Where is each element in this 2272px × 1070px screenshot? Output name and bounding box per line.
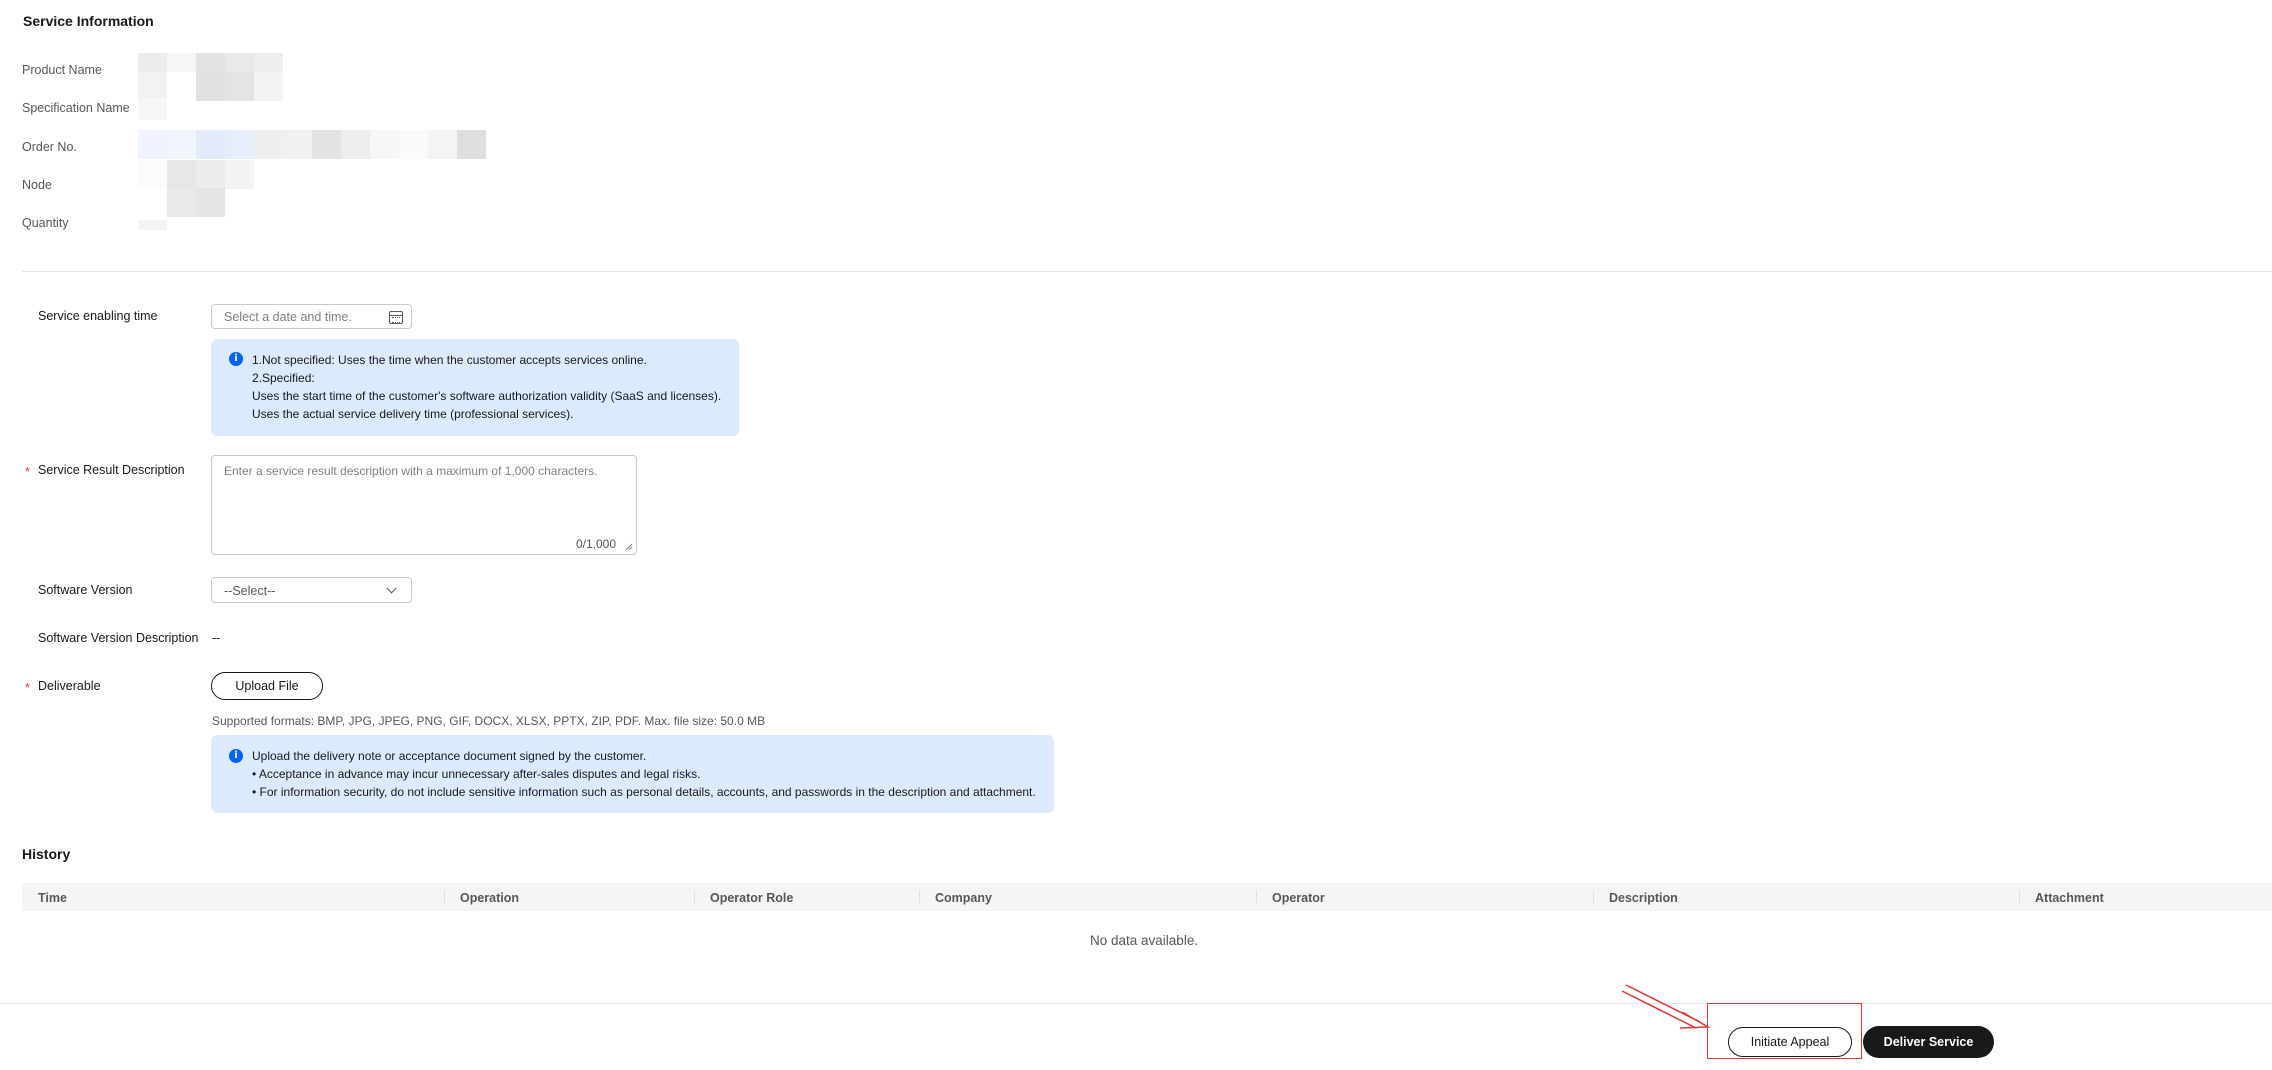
column-header-time: Time	[38, 891, 67, 905]
redacted-specification-name	[138, 98, 167, 120]
history-table-header: Time Operation Operator Role Company Ope…	[22, 883, 2272, 911]
initiate-appeal-button[interactable]: Initiate Appeal	[1728, 1027, 1852, 1057]
column-separator	[2019, 890, 2020, 904]
annotation-arrow-icon	[1621, 984, 1710, 1029]
upload-file-button[interactable]: Upload File	[211, 672, 323, 700]
footer-divider	[0, 1003, 2272, 1004]
alert-line: 1.Not specified: Uses the time when the …	[252, 353, 647, 367]
alert-line: Upload the delivery note or acceptance d…	[252, 749, 647, 763]
field-label-product-name: Product Name	[22, 63, 102, 77]
software-version-label: Software Version	[38, 583, 133, 597]
supported-formats-hint: Supported formats: BMP, JPG, JPEG, PNG, …	[212, 714, 766, 728]
column-separator	[1256, 890, 1257, 904]
redacted-node	[138, 160, 254, 189]
info-icon: i	[229, 749, 243, 763]
service-result-description-input[interactable]	[224, 464, 624, 524]
service-result-description-label: Service Result Description	[38, 463, 185, 477]
alert-line: 2.Specified:	[252, 371, 315, 385]
redacted-quantity-row2	[138, 220, 167, 230]
field-label-specification-name: Specification Name	[22, 101, 130, 115]
column-separator	[444, 890, 445, 904]
column-header-operation: Operation	[460, 891, 520, 905]
software-version-select[interactable]: --Select--	[211, 577, 412, 603]
chevron-down-icon	[386, 583, 397, 594]
service-result-description-field[interactable]: 0/1,000	[211, 455, 637, 555]
alert-line: • Acceptance in advance may incur unnece…	[252, 767, 701, 781]
service-enabling-time-label: Service enabling time	[38, 309, 158, 323]
section-divider	[22, 271, 2272, 272]
field-label-quantity: Quantity	[22, 216, 69, 230]
column-separator	[1593, 890, 1594, 904]
alert-line: • For information security, do not inclu…	[252, 785, 1036, 799]
deliverable-label: Deliverable	[38, 679, 101, 693]
history-title: History	[22, 846, 71, 862]
alert-line: Uses the actual service delivery time (p…	[252, 407, 574, 421]
section-title: Service Information	[23, 13, 154, 29]
redacted-order-no	[138, 130, 486, 159]
column-header-operator-role: Operator Role	[710, 891, 794, 905]
enabling-time-info-alert: i 1.Not specified: Uses the time when th…	[211, 339, 739, 436]
required-mark: *	[25, 464, 31, 479]
service-enabling-time-picker[interactable]	[211, 304, 412, 329]
service-enabling-time-input[interactable]	[224, 310, 384, 324]
character-counter: 0/1,000	[575, 537, 616, 551]
column-header-operator: Operator	[1272, 891, 1325, 905]
resize-handle-icon[interactable]	[625, 543, 633, 551]
deliverable-info-alert: i Upload the delivery note or acceptance…	[211, 735, 1054, 813]
software-version-description-value: --	[212, 631, 221, 645]
software-version-selected: --Select--	[224, 584, 276, 598]
info-icon: i	[229, 352, 243, 366]
column-separator	[694, 890, 695, 904]
column-header-attachment: Attachment	[2035, 891, 2104, 905]
column-header-description: Description	[1609, 891, 1678, 905]
calendar-icon[interactable]	[389, 311, 403, 324]
field-label-order-no: Order No.	[22, 140, 77, 154]
empty-state-text: No data available.	[1090, 933, 1199, 948]
column-separator	[919, 890, 920, 904]
deliver-service-button[interactable]: Deliver Service	[1863, 1026, 1994, 1058]
field-label-node: Node	[22, 178, 52, 192]
column-header-company: Company	[935, 891, 992, 905]
software-version-description-label: Software Version Description	[38, 631, 199, 645]
required-mark: *	[25, 680, 31, 695]
redacted-product-name-row2	[138, 72, 283, 101]
alert-line: Uses the start time of the customer's so…	[252, 389, 722, 403]
redacted-quantity	[138, 188, 225, 217]
